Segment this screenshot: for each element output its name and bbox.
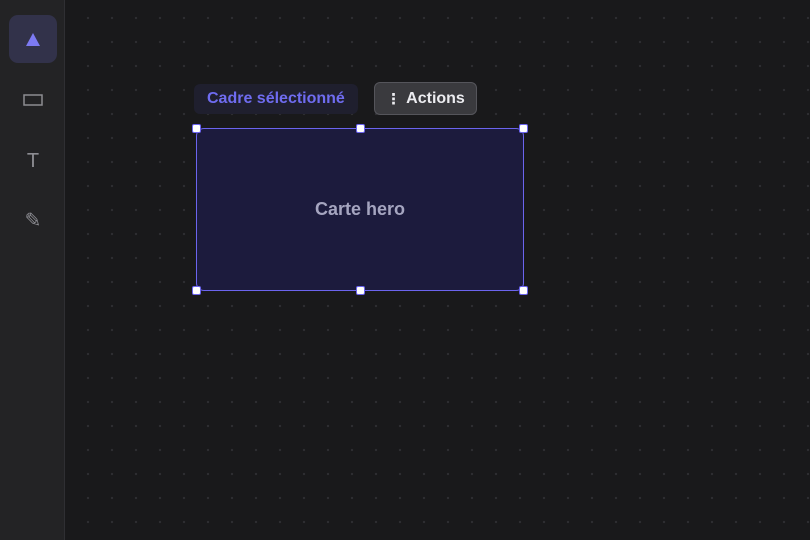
resize-handle-bottom-right[interactable] [519,286,528,295]
resize-handle-top-center[interactable] [356,124,365,133]
resize-handle-top-left[interactable] [192,124,201,133]
resize-handle-bottom-center[interactable] [356,286,365,295]
select-tool-button[interactable] [9,15,57,63]
frame-title: Carte hero [314,199,406,219]
design-app: T ✎ Cadre sélectionné ⋮ Actions Carte he… [0,0,810,540]
rectangle-icon [23,94,43,106]
resize-handle-top-right[interactable] [519,124,528,133]
pencil-tool-button[interactable]: ✎ [9,197,57,245]
actions-button-label: Actions [406,89,465,107]
more-vertical-icon: ⋮ [386,90,402,108]
actions-button[interactable]: ⋮ Actions [374,82,477,115]
rectangle-tool-button[interactable] [9,76,57,124]
text-tool-button[interactable]: T [9,137,57,185]
resize-handle-bottom-left[interactable] [192,286,201,295]
selection-label: Cadre sélectionné [194,84,358,114]
select-triangle-icon [26,32,40,46]
pencil-icon: ✎ [24,210,42,232]
tool-sidebar: T ✎ [0,0,65,540]
text-icon: T [26,150,40,172]
selected-frame[interactable]: Carte hero [196,128,524,291]
